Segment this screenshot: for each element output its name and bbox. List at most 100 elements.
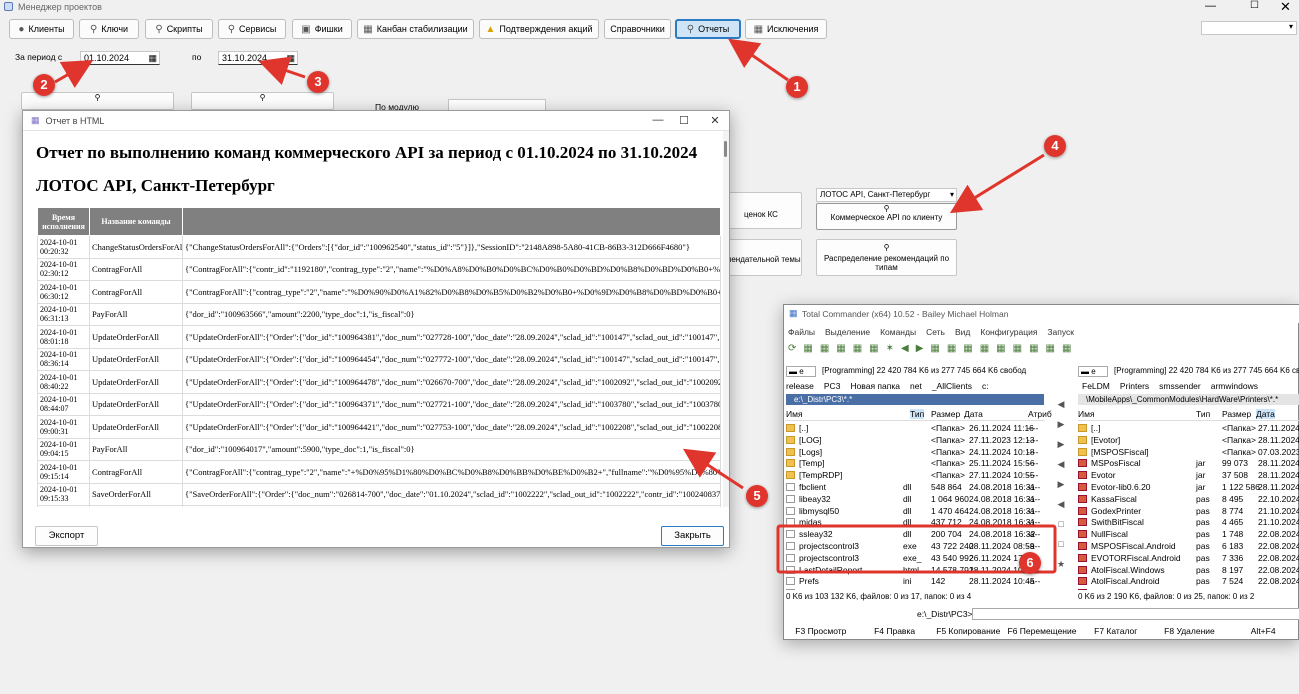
recommend-theme-button[interactable]: омендательной темы xyxy=(720,239,802,276)
tc-file-row[interactable]: SwithBitFiscal pas 4 465 21.10.2024 1 xyxy=(1078,516,1299,528)
maximize-button[interactable]: ☐ xyxy=(674,114,694,127)
tc-right-path[interactable]: \MobileApps\_CommonModules\HardWare\Prin… xyxy=(1078,394,1299,405)
toolbar-services-button[interactable]: ⚲ Сервисы xyxy=(218,19,286,39)
tc-col-type[interactable]: Тип xyxy=(1196,409,1210,419)
tc-left-drive[interactable]: ▬ e xyxy=(786,366,816,377)
cell-command: ContragForAll xyxy=(89,460,183,484)
tc-file-row[interactable]: [LOG] <Папка> 27.11.2023 12:13 ---- xyxy=(786,434,1044,446)
tc-col-name[interactable]: Имя xyxy=(786,409,803,419)
date-to-input[interactable]: 31.10.2024 ▦ xyxy=(218,51,298,65)
toolbar-promo-confirm-button[interactable]: ▲ Подтверждения акций xyxy=(479,19,599,39)
tc-menu-item[interactable]: Выделение xyxy=(825,327,870,337)
tc-file-row[interactable]: projectscontrol3 exe_ 43 540 992 26.11.2024… xyxy=(786,552,1044,564)
tc-fkey-button[interactable]: F4 Правка xyxy=(858,626,932,640)
tc-col-date[interactable]: Дата xyxy=(1256,409,1275,419)
tc-file-row[interactable]: [Logs] <Папка> 24.11.2024 10:18 ---- xyxy=(786,446,1044,458)
calendar-icon[interactable]: ▦ xyxy=(148,52,157,64)
tc-col-name[interactable]: Имя xyxy=(1078,409,1095,419)
maximize-button[interactable]: ☐ xyxy=(1250,0,1259,11)
tc-tab[interactable]: release xyxy=(786,381,814,391)
close-button[interactable]: ✕ xyxy=(705,114,725,127)
tc-cmd-input[interactable] xyxy=(972,608,1299,620)
toolbar-features-button[interactable]: ▣ Фишки xyxy=(292,19,352,39)
tc-tab[interactable]: c: xyxy=(982,381,989,391)
tc-file-row[interactable]: [..] <Папка> 26.11.2024 11:16 ---- xyxy=(786,422,1044,434)
client-dropdown[interactable]: ЛОТОС API, Санкт-Петербург ▾ xyxy=(816,188,957,202)
tc-file-row[interactable]: [Temp] <Папка> 25.11.2024 15:56 ---- xyxy=(786,457,1044,469)
tc-fkey-button[interactable]: Alt+F4 xyxy=(1226,626,1299,640)
tc-tab[interactable]: armwindows xyxy=(1211,381,1258,391)
tc-col-size[interactable]: Размер xyxy=(931,409,960,419)
close-report-button[interactable]: Закрыть xyxy=(661,526,724,546)
toolbar-reports-button[interactable]: ⚲ Отчеты xyxy=(675,19,741,39)
tc-file-row[interactable]: LastDetailReport html 14 578 791 28.11.2024… xyxy=(786,564,1044,576)
tc-file-row[interactable]: KassaFiscal pas 8 495 22.10.2024 1 xyxy=(1078,493,1299,505)
toolbar-kanban-button[interactable]: ▦ Канбан стабилизации xyxy=(357,19,474,39)
export-button[interactable]: Экспорт xyxy=(35,526,98,546)
toolbar-exceptions-button[interactable]: ▦ Исключения xyxy=(745,19,827,39)
tc-file-row[interactable]: ssleay32 dll 200 704 24.08.2018 16:32 -a-- xyxy=(786,528,1044,540)
tc-tab[interactable]: PC3 xyxy=(824,381,841,391)
tc-file-row[interactable]: midas dll 437 712 24.08.2018 16:31 -a-- xyxy=(786,516,1044,528)
tc-file-row[interactable]: Evotor-lib0.6.20 jar 1 122 58628.11.2024 1 xyxy=(1078,481,1299,493)
scroll-thumb[interactable] xyxy=(724,141,727,157)
tc-cmdline[interactable]: e:\_Distr\PC3> xyxy=(784,608,1299,621)
tc-fkey-button[interactable]: F3 Просмотр xyxy=(784,626,858,640)
tc-file-row[interactable]: Prefs ini 142 28.11.2024 10:45 -a-- xyxy=(786,575,1044,587)
tc-file-row[interactable]: projectscontrol ini 412 28.11.2024 10:45-a-… xyxy=(786,587,1044,590)
tc-file-row[interactable]: AtolFiscal.Windows pas 8 197 22.08.2024 0 xyxy=(1078,564,1299,576)
tc-file-row[interactable]: KassaFiscal.pas bak 8 677 26.07.2024 1 xyxy=(1078,587,1299,590)
toolbar-reference-button[interactable]: Справочники xyxy=(604,19,671,39)
minimize-button[interactable]: — xyxy=(1205,0,1216,12)
tc-file-row[interactable]: [Evotor] <Папка>28.11.2024 1 xyxy=(1078,434,1299,446)
tc-menu-item[interactable]: Файлы xyxy=(788,327,815,337)
tc-file-row[interactable]: fbclient dll 548 864 24.08.2018 16:31 -a-- xyxy=(786,481,1044,493)
tc-file-row[interactable]: [TempRDP] <Папка> 27.11.2024 10:55 ---- xyxy=(786,469,1044,481)
commercial-api-client-button[interactable]: ⚲ Коммерческое API по клиенту xyxy=(816,203,957,230)
calendar-icon[interactable]: ▦ xyxy=(286,52,295,64)
tc-col-type[interactable]: Тип xyxy=(910,409,925,419)
tc-file-row[interactable]: MSPosFiscal jar 99 073 28.11.2024 1 xyxy=(1078,457,1299,469)
tc-menu-item[interactable]: Вид xyxy=(955,327,970,337)
minimize-button[interactable]: — xyxy=(648,114,668,126)
tc-left-path[interactable]: e:\_Distr\PC3\*.* xyxy=(786,394,1044,405)
tc-tab[interactable]: FeLDM xyxy=(1082,381,1110,391)
tc-col-size[interactable]: Размер xyxy=(1222,409,1251,419)
toolbar-keys-button[interactable]: ⚲ Ключи xyxy=(79,19,139,39)
price-tags-button[interactable]: ценок КС xyxy=(720,192,802,229)
tc-file-row[interactable]: projectscontrol3 exe 43 722 240 28.11.2024 … xyxy=(786,540,1044,552)
recommend-distribution-button[interactable]: ⚲ Распределение рекомендаций по типам xyxy=(816,239,957,276)
tc-file-row[interactable]: libmysql50 dll 1 470 464 24.08.2018 16:31 -a… xyxy=(786,505,1044,517)
tc-tab[interactable]: smssender xyxy=(1159,381,1201,391)
tc-fkey-button[interactable]: F6 Перемещение xyxy=(1005,626,1079,640)
toolbar-scripts-button[interactable]: ⚲ Скрипты xyxy=(145,19,213,39)
tc-menu-item[interactable]: Сеть xyxy=(926,327,945,337)
report-button-b[interactable]: ⚲ xyxy=(191,92,334,110)
tc-col-date[interactable]: Дата xyxy=(964,409,983,419)
tc-fkey-button[interactable]: F5 Копирование xyxy=(931,626,1005,640)
tc-fkey-button[interactable]: F8 Удаление xyxy=(1153,626,1227,640)
tc-file-row[interactable]: [..] <Папка>27.11.2024 1 xyxy=(1078,422,1299,434)
tc-file-row[interactable]: MSPOSFiscal.Android pas 6 183 22.08.2024 0 xyxy=(1078,540,1299,552)
tc-tab[interactable]: _AllClients xyxy=(932,381,972,391)
tc-menu-item[interactable]: Команды xyxy=(880,327,916,337)
tc-file-row[interactable]: EVOTORFiscal.Android pas 7 336 22.08.2024 0 xyxy=(1078,552,1299,564)
tc-tab[interactable]: net xyxy=(910,381,922,391)
tc-fkey-button[interactable]: F7 Каталог xyxy=(1079,626,1153,640)
toolbar-clients-button[interactable]: ● Клиенты xyxy=(9,19,74,39)
tc-file-row[interactable]: Evotor jar 37 508 28.11.2024 1 xyxy=(1078,469,1299,481)
close-button[interactable]: ✕ xyxy=(1280,0,1291,15)
date-from-input[interactable]: 01.10.2024 ▦ xyxy=(80,51,160,65)
top-right-dropdown[interactable]: ▾ xyxy=(1201,21,1297,35)
tc-file-row[interactable]: NullFiscal pas 1 748 22.08.2024 0 xyxy=(1078,528,1299,540)
tc-right-drive[interactable]: ▬ e xyxy=(1078,366,1108,377)
tc-tab[interactable]: Новая папка xyxy=(850,381,900,391)
tc-file-row[interactable]: libeay32 dll 1 064 960 24.08.2018 16:31 -a-- xyxy=(786,493,1044,505)
vertical-scrollbar[interactable] xyxy=(723,131,729,507)
tc-file-row[interactable]: AtolFiscal.Android pas 7 524 22.08.2024 0 xyxy=(1078,575,1299,587)
tc-menu-item[interactable]: Конфигурация xyxy=(980,327,1037,337)
tc-file-row[interactable]: GodexPrinter pas 8 774 21.10.2024 1 xyxy=(1078,505,1299,517)
tc-file-row[interactable]: [MSPOSFiscal] <Папка>07.03.2023 1 xyxy=(1078,446,1299,458)
tc-menu-item[interactable]: Запуск xyxy=(1047,327,1074,337)
tc-tab[interactable]: Printers xyxy=(1120,381,1149,391)
